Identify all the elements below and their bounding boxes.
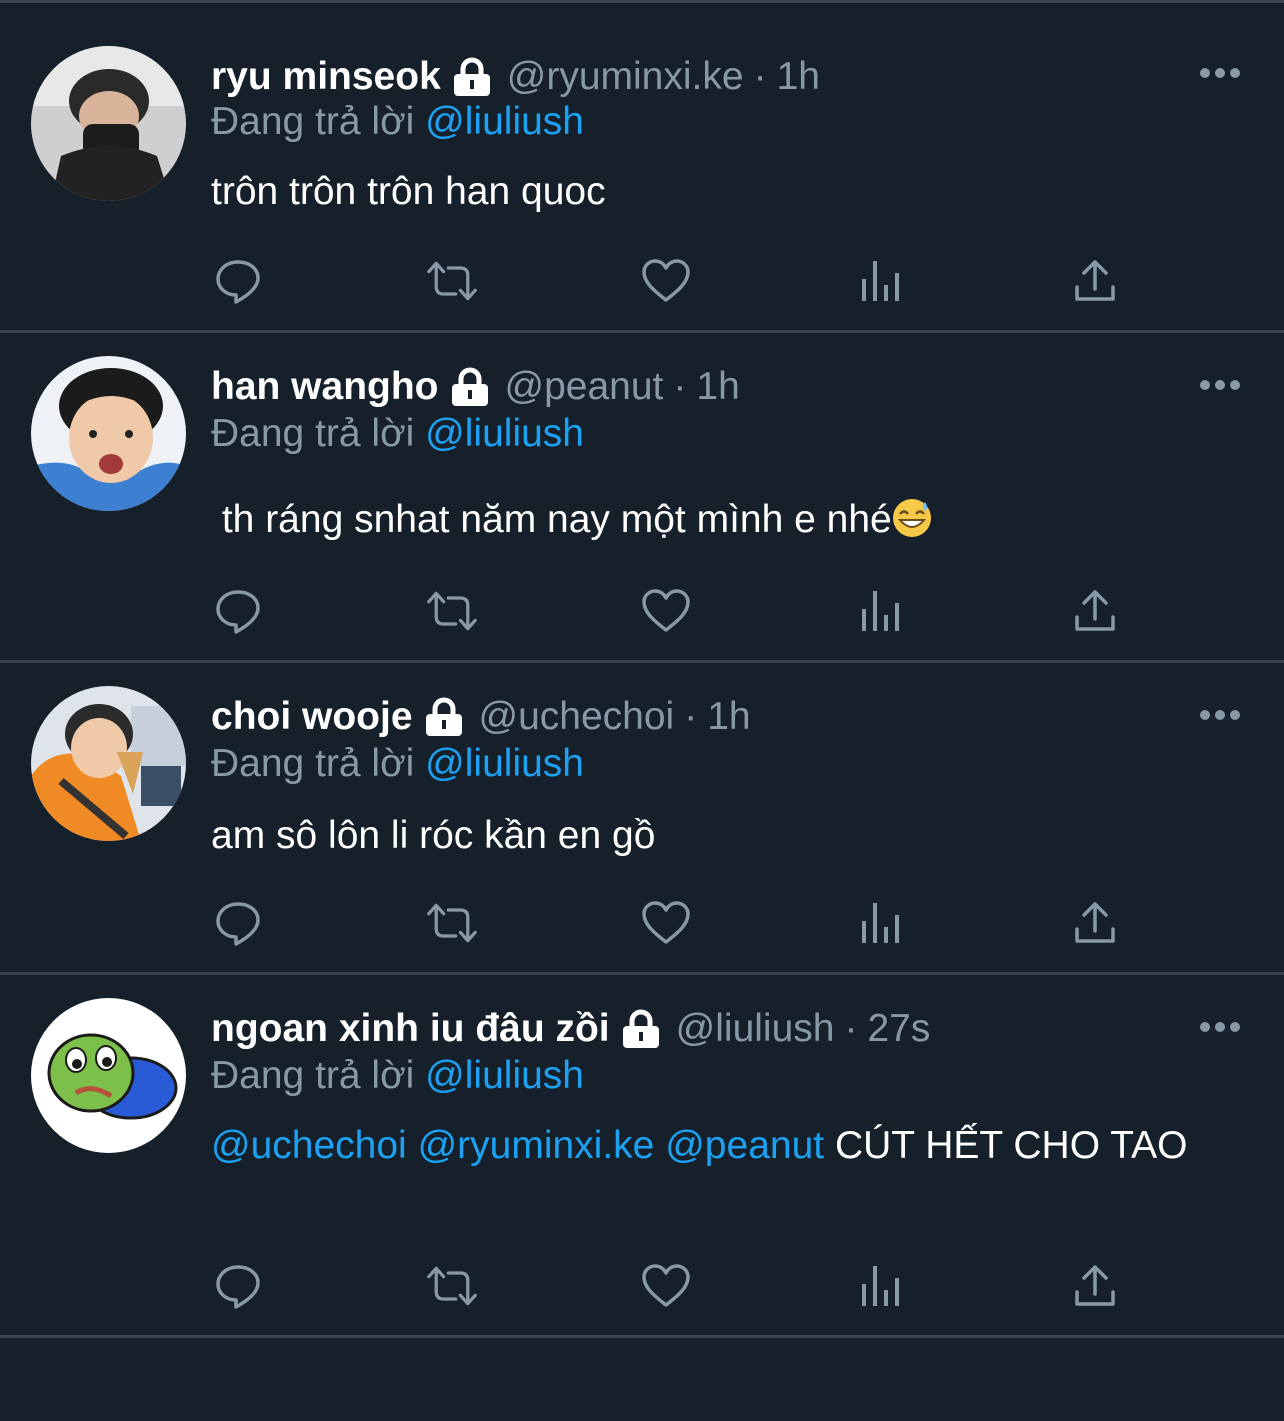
lock-icon: [449, 367, 491, 407]
separator: ·: [844, 1007, 858, 1050]
tweet-text: @uchechoi @ryuminxi.ke @peanut CÚT HẾT C…: [211, 1120, 1211, 1171]
tweet[interactable]: ryu minseok @ryuminxi.ke · 1h Đang trả l…: [0, 3, 1284, 333]
user-handle[interactable]: @uchechoi: [479, 695, 675, 739]
tweet[interactable]: han wangho @peanut · 1h Đang trả lời @li…: [0, 333, 1284, 663]
tweet-header: choi wooje @uchechoi · 1h: [211, 692, 751, 742]
display-name[interactable]: ryu minseok: [211, 55, 441, 99]
tweet-text-content: CÚT HẾT CHO TAO: [834, 1124, 1188, 1167]
reply-feed: ryu minseok @ryuminxi.ke · 1h Đang trả l…: [0, 0, 1284, 1421]
user-handle[interactable]: @liuliush: [676, 1007, 835, 1051]
display-name[interactable]: ngoan xinh iu đâu zồi: [211, 1007, 610, 1051]
lock-icon: [620, 1009, 662, 1049]
action-bar: [212, 256, 1122, 306]
lock-icon: [423, 697, 465, 737]
retweet-icon[interactable]: [426, 898, 478, 948]
timestamp[interactable]: 1h: [777, 55, 820, 99]
tweet-header: ngoan xinh iu đâu zồi @liuliush · 27s: [211, 1004, 930, 1054]
mention-link[interactable]: @uchechoi: [211, 1124, 407, 1167]
mention-link[interactable]: @liuliush: [425, 1054, 584, 1097]
reply-icon[interactable]: [212, 256, 264, 306]
mention-link[interactable]: @ryuminxi.ke: [418, 1124, 655, 1167]
reply-icon[interactable]: [212, 586, 264, 636]
analytics-icon[interactable]: [855, 898, 907, 948]
lock-icon: [451, 57, 493, 97]
replying-to-label: Đang trả lời: [211, 100, 415, 143]
timestamp[interactable]: 27s: [867, 1007, 930, 1051]
replying-to-label: Đang trả lời: [211, 742, 415, 785]
avatar[interactable]: [31, 356, 186, 511]
analytics-icon[interactable]: [855, 1261, 907, 1311]
separator: ·: [684, 695, 698, 738]
tweet-text-content: th ráng snhat năm nay một mình e nhé: [211, 498, 892, 541]
mention-link[interactable]: @liuliush: [425, 100, 584, 143]
action-bar: [212, 898, 1122, 948]
avatar[interactable]: [31, 686, 186, 841]
more-options-icon[interactable]: [1200, 1020, 1240, 1032]
mention-link[interactable]: @liuliush: [425, 412, 584, 455]
display-name[interactable]: han wangho: [211, 365, 439, 409]
timestamp[interactable]: 1h: [696, 365, 739, 409]
tweet-text: am sô lôn li róc kần en gồ: [211, 814, 656, 857]
like-icon[interactable]: [640, 256, 692, 306]
separator: ·: [673, 365, 687, 408]
share-icon[interactable]: [1069, 256, 1121, 306]
user-handle[interactable]: @ryuminxi.ke: [507, 55, 744, 99]
tweet[interactable]: ngoan xinh iu đâu zồi @liuliush · 27s Đa…: [0, 975, 1284, 1338]
user-handle[interactable]: @peanut: [505, 365, 664, 409]
share-icon[interactable]: [1069, 1261, 1121, 1311]
replying-to-label: Đang trả lời: [211, 1054, 415, 1097]
action-bar: [212, 1261, 1122, 1311]
tweet-text: th ráng snhat năm nay một mình e nhé: [211, 494, 1231, 545]
mention-link[interactable]: @liuliush: [425, 742, 584, 785]
replying-to: Đang trả lời @liuliush: [211, 1054, 584, 1098]
replying-to-label: Đang trả lời: [211, 412, 415, 455]
retweet-icon[interactable]: [426, 256, 478, 306]
reply-icon[interactable]: [212, 1261, 264, 1311]
tweet-header: han wangho @peanut · 1h: [211, 362, 740, 412]
retweet-icon[interactable]: [426, 1261, 478, 1311]
reply-icon[interactable]: [212, 898, 264, 948]
tweet[interactable]: choi wooje @uchechoi · 1h Đang trả lời @…: [0, 663, 1284, 975]
avatar[interactable]: [31, 46, 186, 201]
share-icon[interactable]: [1069, 898, 1121, 948]
analytics-icon[interactable]: [855, 256, 907, 306]
more-options-icon[interactable]: [1200, 378, 1240, 390]
action-bar: [212, 586, 1122, 636]
like-icon[interactable]: [640, 898, 692, 948]
more-options-icon[interactable]: [1200, 66, 1240, 78]
more-options-icon[interactable]: [1200, 708, 1240, 720]
replying-to: Đang trả lời @liuliush: [211, 742, 584, 786]
separator: ·: [753, 55, 767, 98]
retweet-icon[interactable]: [426, 586, 478, 636]
tweet-header: ryu minseok @ryuminxi.ke · 1h: [211, 52, 820, 102]
avatar[interactable]: [31, 998, 186, 1153]
like-icon[interactable]: [640, 586, 692, 636]
mention-link[interactable]: @peanut: [665, 1124, 824, 1167]
timestamp[interactable]: 1h: [707, 695, 750, 739]
share-icon[interactable]: [1069, 586, 1121, 636]
tweet-text: trôn trôn trôn han quoc: [211, 170, 606, 213]
analytics-icon[interactable]: [855, 586, 907, 636]
grinning-face-with-sweat-icon: [892, 498, 932, 538]
replying-to: Đang trả lời @liuliush: [211, 412, 584, 456]
display-name[interactable]: choi wooje: [211, 695, 413, 739]
replying-to: Đang trả lời @liuliush: [211, 100, 584, 144]
like-icon[interactable]: [640, 1261, 692, 1311]
